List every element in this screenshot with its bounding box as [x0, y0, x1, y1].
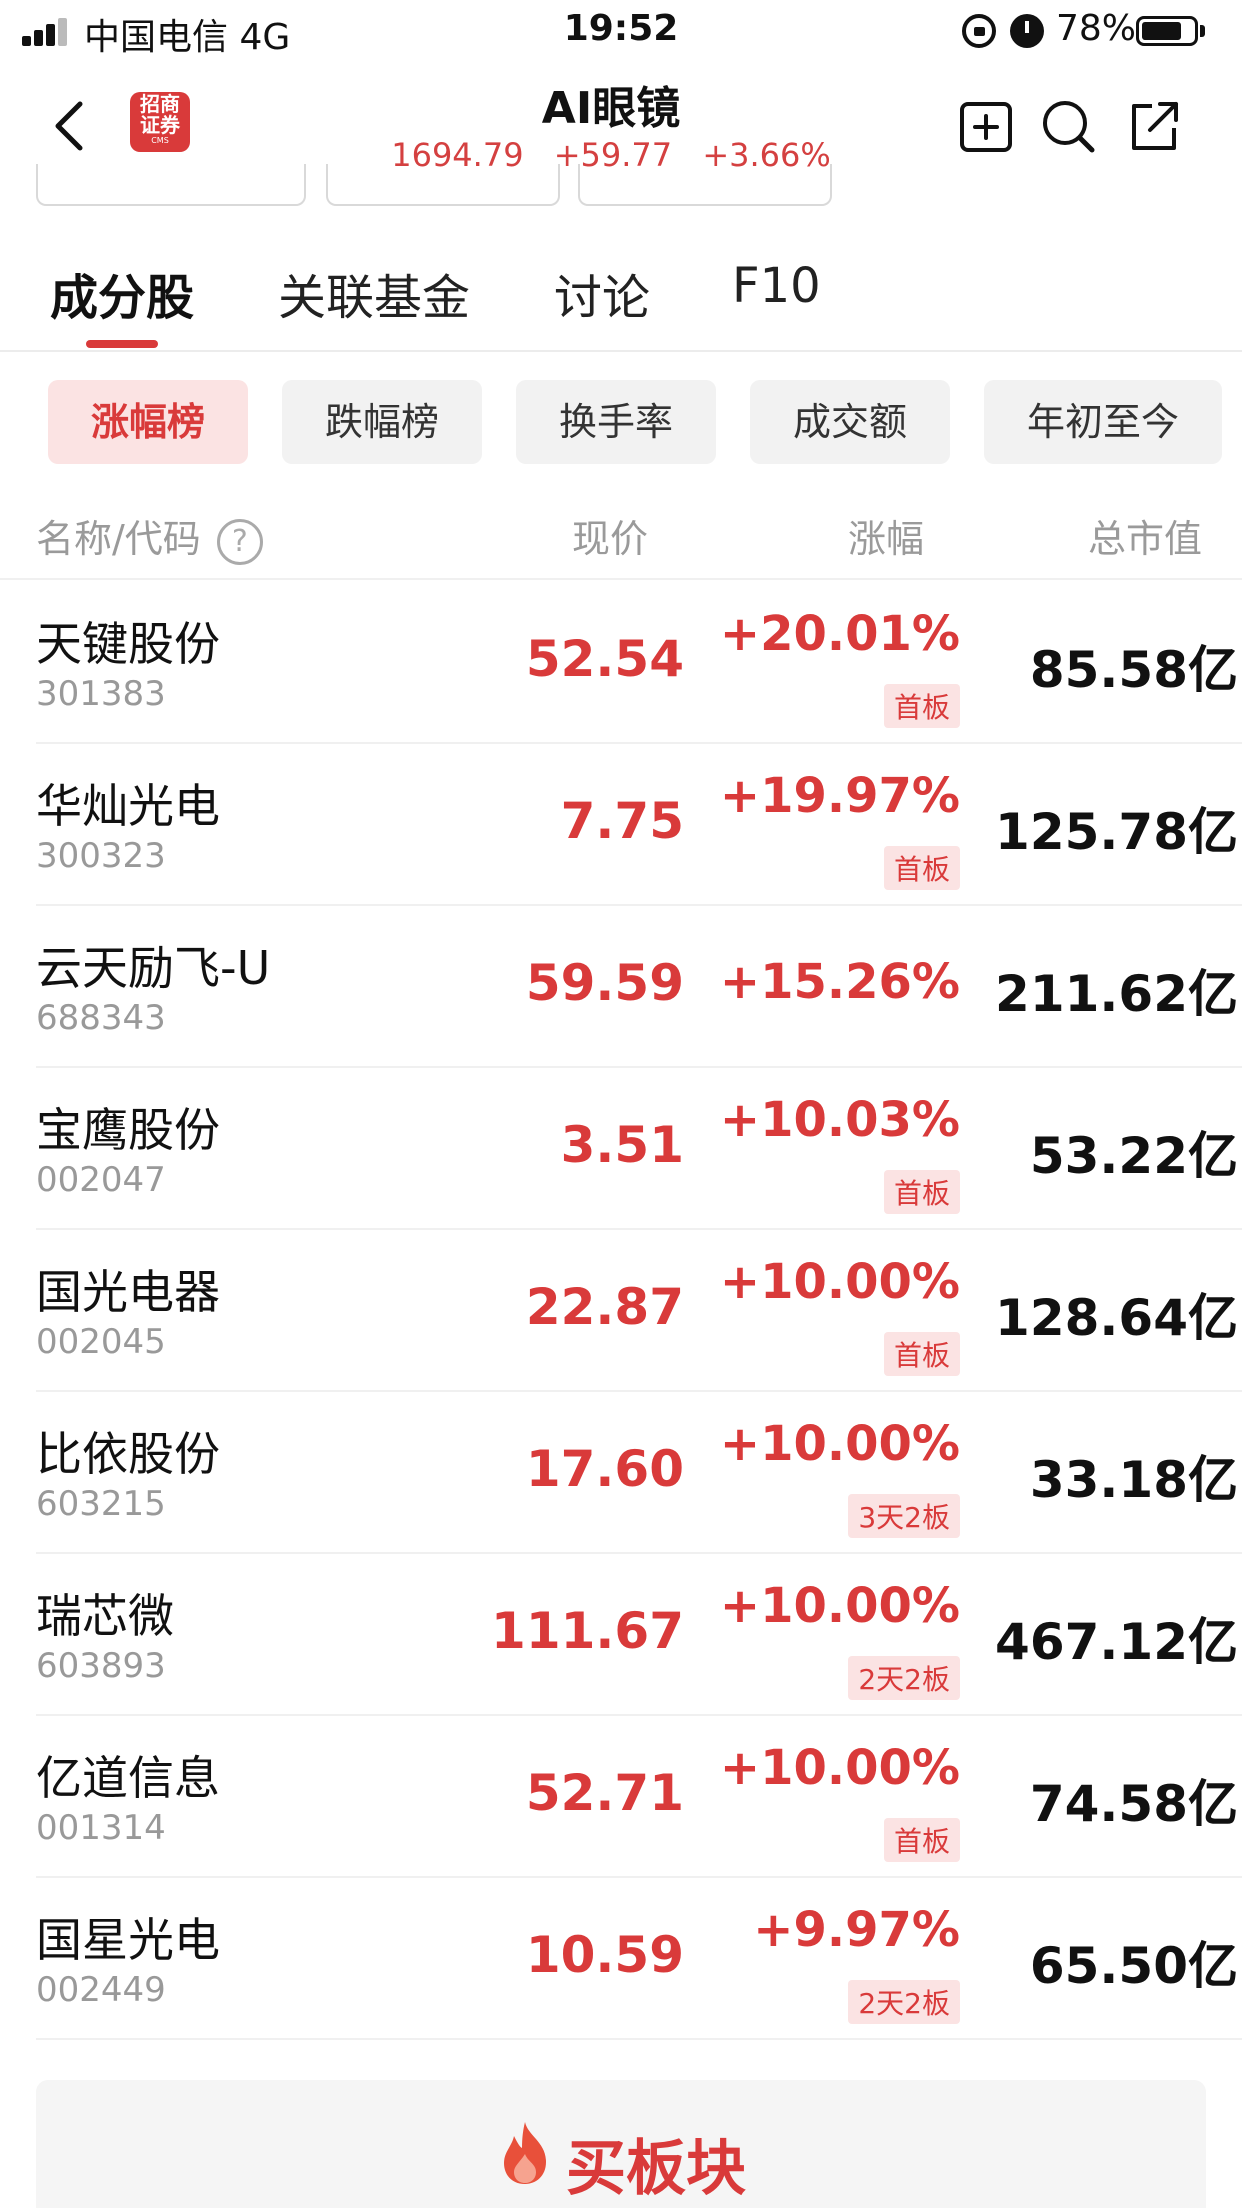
stock-code: 603215: [36, 1484, 166, 1524]
stock-change: +10.00%: [719, 1578, 960, 1634]
stock-market-cap: 128.64亿: [995, 1289, 1238, 1347]
stock-name: 天键股份: [36, 617, 220, 671]
stock-price: 3.51: [560, 1116, 684, 1174]
stock-name: 瑞芯微: [36, 1589, 174, 1643]
table-row[interactable]: 国星光电 002449 10.59 +9.97% 65.50亿 2天2板: [36, 1878, 1242, 2040]
table-row[interactable]: 比依股份 603215 17.60 +10.00% 33.18亿 3天2板: [36, 1392, 1242, 1554]
stock-market-cap: 85.58亿: [1029, 641, 1238, 699]
chip-losers[interactable]: 跌幅榜: [282, 380, 482, 464]
tab-related-funds[interactable]: 关联基金: [278, 258, 470, 328]
stock-price: 17.60: [525, 1440, 684, 1498]
stock-change: +19.97%: [719, 768, 960, 824]
table-row[interactable]: 宝鹰股份 002047 3.51 +10.03% 53.22亿首板: [36, 1068, 1242, 1230]
stock-price: 10.59: [525, 1926, 684, 1984]
stock-name: 国星光电: [36, 1913, 220, 1967]
stock-price: 52.54: [525, 630, 684, 688]
table-row[interactable]: 瑞芯微 603893 111.67 +10.00% 467.12亿 2天2板: [36, 1554, 1242, 1716]
stock-name: 国光电器: [36, 1265, 220, 1319]
chip-turnover-rate[interactable]: 换手率: [516, 380, 716, 464]
hidden-button-2: [326, 164, 560, 206]
battery-icon: [1136, 16, 1198, 46]
help-icon[interactable]: ?: [216, 518, 263, 565]
header-name-code: 名称/代码?: [36, 508, 263, 565]
stock-price: 22.87: [525, 1278, 684, 1336]
active-tab-indicator: [86, 340, 158, 348]
tab-f10[interactable]: F10: [732, 258, 821, 314]
status-bar: 中国电信 4G 19:52 78%: [0, 0, 1242, 62]
flame-icon: [504, 2122, 546, 2184]
battery-cap: [1200, 25, 1205, 37]
add-watchlist-icon[interactable]: [956, 96, 1016, 156]
stock-market-cap: 467.12亿: [995, 1613, 1238, 1671]
stock-name: 华灿光电: [36, 779, 220, 833]
stock-price: 7.75: [560, 792, 684, 850]
stock-change: +10.00%: [719, 1416, 960, 1472]
stock-code: 688343: [36, 998, 166, 1038]
stock-name: 比依股份: [36, 1427, 220, 1481]
chip-ytd[interactable]: 年初至今: [984, 380, 1222, 464]
table-row[interactable]: 国光电器 002045 22.87 +10.00% 128.64亿 首板: [36, 1230, 1242, 1392]
stock-code: 300323: [36, 836, 166, 876]
alarm-icon: [1010, 14, 1044, 48]
battery-fill: [1142, 22, 1181, 40]
buy-sector-label: 买板块: [566, 2134, 746, 2204]
stock-price: 52.71: [525, 1764, 684, 1822]
stock-market-cap: 125.78亿: [995, 803, 1238, 861]
table-row[interactable]: 华灿光电 300323 7.75 +19.97% 125.78亿 首板: [36, 744, 1242, 906]
tab-constituents[interactable]: 成分股: [50, 258, 194, 328]
table-row[interactable]: 云天励飞-U 688343 59.59 +15.26% 211.62亿: [36, 906, 1242, 1068]
table-row[interactable]: 天键股份 301383 52.54 +20.01% 85.58亿首板: [36, 582, 1242, 744]
chip-volume[interactable]: 成交额: [750, 380, 950, 464]
stock-change: +10.03%: [719, 1092, 960, 1148]
stock-market-cap: 74.58亿: [1029, 1775, 1238, 1833]
limit-up-badge: 首板: [883, 1170, 960, 1214]
limit-up-badge: 首板: [883, 846, 960, 890]
chip-gainers[interactable]: 涨幅榜: [48, 380, 248, 464]
stock-market-cap: 33.18亿: [1029, 1451, 1238, 1509]
stock-change: +20.01%: [719, 606, 960, 662]
limit-up-badge: 2天2板: [848, 1656, 960, 1700]
stock-code: 301383: [36, 674, 166, 714]
stock-market-cap: 53.22亿: [1029, 1127, 1238, 1185]
stock-change: +9.97%: [753, 1902, 960, 1958]
header-market-cap[interactable]: 总市值: [1088, 508, 1202, 563]
stock-code: 603893: [36, 1646, 166, 1686]
limit-up-badge: 首板: [883, 1332, 960, 1376]
header-price[interactable]: 现价: [572, 508, 648, 563]
share-icon[interactable]: [1124, 96, 1184, 156]
limit-up-badge: 首板: [883, 1818, 960, 1862]
limit-up-badge: 3天2板: [848, 1494, 960, 1538]
hidden-button-1: [36, 164, 306, 206]
buy-sector-button[interactable]: 买板块: [36, 2080, 1206, 2208]
search-icon[interactable]: [1038, 96, 1098, 156]
table-header: 名称/代码? 现价 涨幅 总市值: [0, 500, 1242, 580]
rotation-lock-icon: [962, 14, 996, 48]
stock-code: 002449: [36, 1970, 166, 2010]
stock-change: +10.00%: [719, 1254, 960, 1310]
stock-change: +10.00%: [719, 1740, 960, 1796]
stock-price: 111.67: [491, 1602, 684, 1660]
stock-market-cap: 211.62亿: [995, 965, 1238, 1023]
stock-change: +15.26%: [719, 954, 960, 1010]
stock-code: 002045: [36, 1322, 166, 1362]
stock-name: 云天励飞-U: [36, 941, 271, 995]
stock-market-cap: 65.50亿: [1029, 1937, 1238, 1995]
stock-name: 宝鹰股份: [36, 1103, 220, 1157]
stock-list: 天键股份 301383 52.54 +20.01% 85.58亿 首板 华灿光电 300323…: [0, 582, 1242, 2040]
stock-name: 亿道信息: [36, 1751, 220, 1805]
stock-code: 001314: [36, 1808, 166, 1848]
header-change[interactable]: 涨幅: [848, 508, 924, 563]
hidden-button-3: [578, 164, 832, 206]
stock-code: 002047: [36, 1160, 166, 1200]
limit-up-badge: 首板: [883, 684, 960, 728]
header-name-label: 名称/代码: [36, 517, 201, 561]
battery-percent: 78%: [1056, 8, 1137, 49]
stock-price: 59.59: [525, 954, 684, 1012]
tab-discussion[interactable]: 讨论: [554, 258, 650, 328]
section-tabs: 成分股 关联基金 讨论 F10: [0, 240, 1242, 352]
table-row[interactable]: 亿道信息 001314 52.71 +10.00% 74.58亿首板: [36, 1716, 1242, 1878]
limit-up-badge: 2天2板: [848, 1980, 960, 2024]
ranking-chips: 涨幅榜 跌幅榜 换手率 成交额 年初至今: [0, 380, 1242, 464]
